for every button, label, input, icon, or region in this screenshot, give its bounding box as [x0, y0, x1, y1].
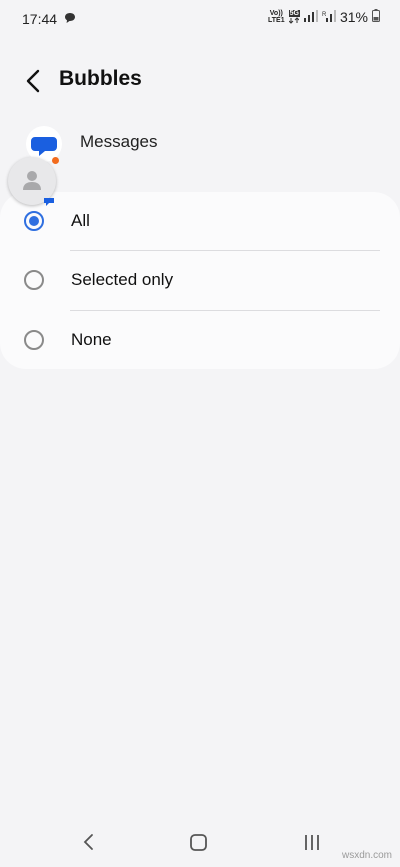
- option-label: All: [71, 211, 90, 230]
- divider: [70, 250, 380, 251]
- home-icon: [190, 834, 207, 851]
- watermark: wsxdn.com: [341, 850, 392, 861]
- nav-back-button[interactable]: [82, 832, 96, 857]
- status-time: 17:44: [22, 11, 58, 27]
- svg-text:R: R: [322, 12, 327, 18]
- page-title: Bubbles: [59, 67, 142, 90]
- nav-home-button[interactable]: [189, 832, 209, 857]
- signal-icon: [303, 9, 318, 25]
- volte-indicator: Vo)) LTE1: [268, 10, 285, 24]
- app-row: Messages: [0, 120, 400, 166]
- divider: [70, 310, 380, 311]
- chevron-left-icon: [26, 69, 40, 93]
- battery-icon: [372, 9, 380, 25]
- 5g-indicator: 5G: [288, 10, 300, 24]
- option-none[interactable]: None: [0, 312, 400, 370]
- page-header: Bubbles: [0, 58, 400, 102]
- battery-percent: 31%: [339, 9, 368, 25]
- radio-button-selected[interactable]: [24, 211, 44, 231]
- signal-roaming-icon: R: [322, 9, 336, 25]
- option-selected-only[interactable]: Selected only: [0, 252, 400, 310]
- navigation-bar: [0, 820, 400, 867]
- back-chevron-icon: [83, 834, 93, 850]
- chat-notification-icon: [64, 11, 76, 27]
- option-label: None: [71, 330, 112, 349]
- messages-badge-icon: [43, 194, 55, 212]
- nav-recents-button[interactable]: [302, 832, 322, 857]
- app-name: Messages: [80, 132, 158, 151]
- options-card: All Selected only None: [0, 192, 400, 369]
- recents-icon: [305, 835, 319, 850]
- option-label: Selected only: [71, 270, 174, 289]
- status-bar: 17:44 Vo)) LTE1 5G R 31%: [0, 0, 400, 36]
- back-button[interactable]: [20, 68, 46, 94]
- option-all[interactable]: All: [0, 193, 400, 251]
- radio-button[interactable]: [24, 330, 44, 350]
- radio-button[interactable]: [24, 270, 44, 290]
- status-indicators: Vo)) LTE1 5G R 31%: [268, 9, 380, 25]
